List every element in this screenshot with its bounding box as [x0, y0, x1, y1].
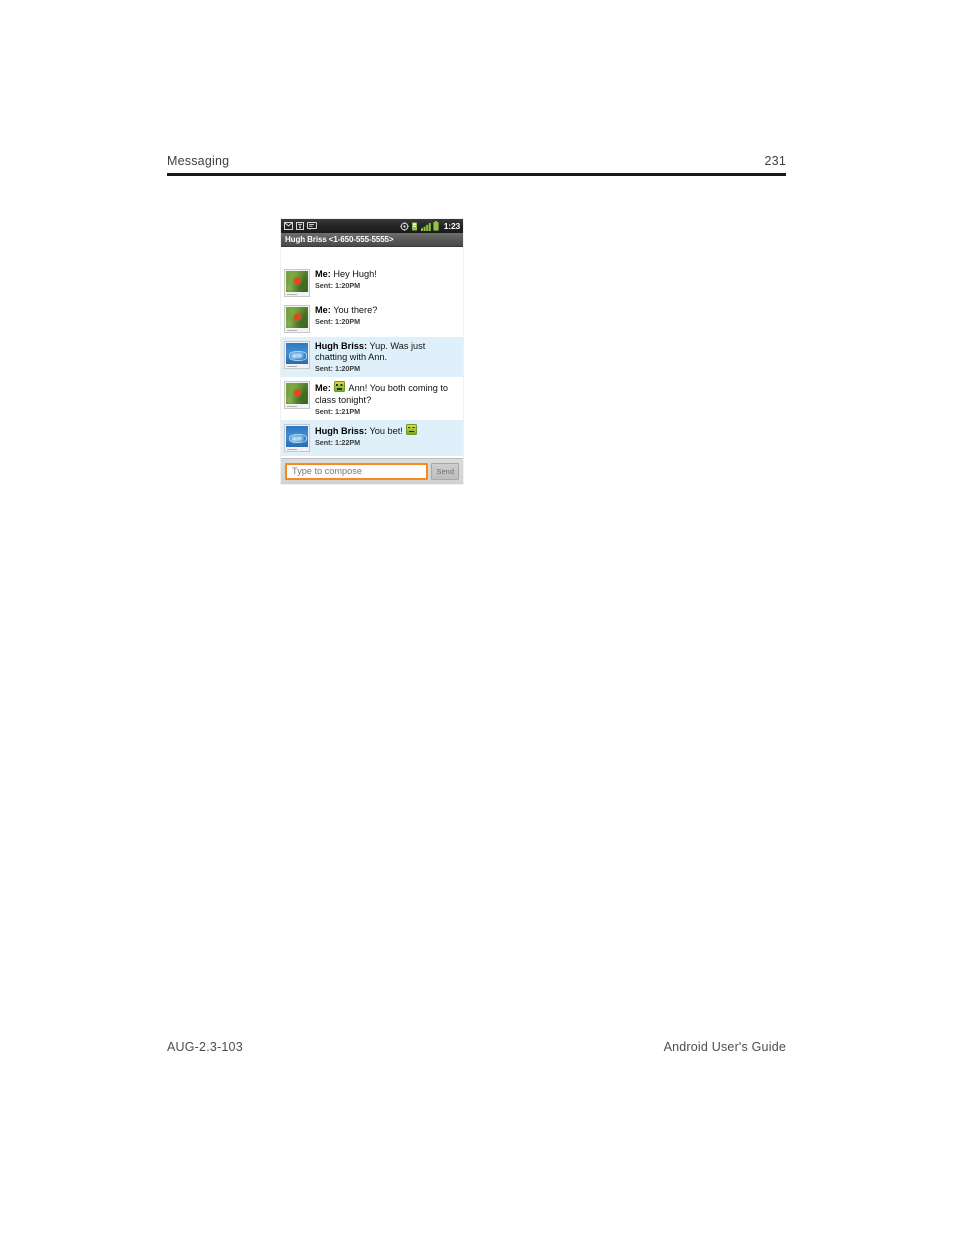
message-body: Me: Ann! You both coming to class tonigh…: [315, 381, 459, 416]
message-row[interactable]: Me: Ann! You both coming to class tonigh…: [281, 377, 463, 420]
flower-photo-avatar: [284, 269, 310, 297]
grimacing-face-emoji-icon: [334, 381, 346, 393]
message-sender: Me:: [315, 305, 331, 315]
message-sender: Hugh Briss:: [315, 341, 368, 351]
conversation-title: Hugh Briss <1-650-555-5555>: [285, 235, 394, 244]
message-row[interactable]: Hugh Briss: Yup. Was just chatting with …: [281, 337, 463, 378]
message-timestamp: Sent: 1:22PM: [315, 438, 361, 448]
usb-debug-icon: [411, 222, 418, 231]
message-body: Hugh Briss: Yup. Was just chatting with …: [315, 341, 459, 373]
message-timestamp: Sent: 1:21PM: [315, 406, 361, 416]
message-text: Me: Ann! You both coming to class tonigh…: [315, 381, 459, 405]
message-text: Hugh Briss: Yup. Was just chatting with …: [315, 341, 459, 363]
status-bar-clock: 1:23: [443, 221, 460, 231]
page-footer: AUG-2.3-103 Android User's Guide: [167, 1040, 786, 1054]
document-version: AUG-2.3-103: [167, 1040, 243, 1054]
conversation-title-bar: Hugh Briss <1-650-555-5555>: [281, 233, 463, 247]
message-row[interactable]: Me: Hey Hugh! Sent: 1:20PM: [281, 265, 463, 301]
phone-screenshot-figure: 1:23 Hugh Briss <1-650-555-5555> Me: Hey…: [281, 219, 463, 484]
document-title: Android User's Guide: [663, 1040, 786, 1054]
compose-input[interactable]: Type to compose: [285, 462, 429, 480]
avatar-photo: [286, 343, 308, 364]
flower-photo-avatar: [284, 381, 310, 410]
message-content: You bet!: [367, 425, 403, 436]
message-content: Hey Hugh!: [330, 269, 377, 279]
message-content: You there?: [330, 305, 378, 315]
message-sender: Hugh Briss:: [315, 425, 368, 436]
signal-bars-icon: [420, 222, 431, 231]
avatar-caption-line: [287, 406, 297, 408]
page-header: Messaging 231: [167, 154, 786, 168]
message-timestamp: Sent: 1:20PM: [315, 364, 361, 374]
message-timestamp: Sent: 1:20PM: [315, 281, 361, 291]
message-row[interactable]: Me: You there? Sent: 1:20PM: [281, 301, 463, 337]
avatar-caption-line: [287, 448, 297, 450]
page-header-chapter: Messaging: [167, 154, 230, 168]
message-text: Hugh Briss: You bet!: [315, 423, 459, 437]
status-bar-system-icons: 1:23: [399, 221, 460, 231]
text-input-icon: [296, 222, 304, 230]
grimacing-face-emoji-icon: [406, 423, 418, 435]
email-icon: [284, 222, 293, 230]
bicycle-photo-avatar: [284, 423, 310, 452]
send-button[interactable]: Send: [431, 462, 459, 480]
message-body: Me: You there? Sent: 1:20PM: [315, 305, 459, 326]
avatar-caption-line: [287, 330, 297, 331]
message-text: Me: Hey Hugh!: [315, 269, 459, 280]
avatar-photo: [286, 383, 308, 405]
avatar-photo: [286, 271, 308, 292]
message-sender: Me:: [315, 383, 331, 394]
message-text: Me: You there?: [315, 305, 459, 316]
page-number: 231: [764, 154, 786, 168]
android-status-bar: 1:23: [281, 219, 463, 233]
avatar-photo: [286, 307, 308, 328]
avatar-caption-line: [287, 366, 297, 367]
avatar-photo: [286, 425, 308, 447]
message-body: Hugh Briss: You bet! Sent: 1:22PM: [315, 423, 459, 448]
header-divider: [167, 173, 786, 176]
sms-message-icon: [307, 222, 317, 230]
message-sender: Me:: [315, 269, 331, 279]
battery-icon: [433, 221, 439, 231]
bicycle-photo-avatar: [284, 341, 310, 369]
gps-location-icon: [399, 221, 409, 231]
message-timestamp: Sent: 1:20PM: [315, 317, 361, 327]
message-row[interactable]: Hugh Briss: You bet! Sent: 1:22PM: [281, 419, 463, 456]
compose-bar: Type to compose Send: [281, 457, 463, 484]
message-thread-list[interactable]: Me: Hey Hugh! Sent: 1:20PM Me: You there…: [281, 247, 463, 458]
avatar-caption-line: [287, 294, 297, 295]
flower-photo-avatar: [284, 305, 310, 333]
status-bar-notification-icons: [284, 222, 317, 230]
message-body: Me: Hey Hugh! Sent: 1:20PM: [315, 269, 459, 290]
